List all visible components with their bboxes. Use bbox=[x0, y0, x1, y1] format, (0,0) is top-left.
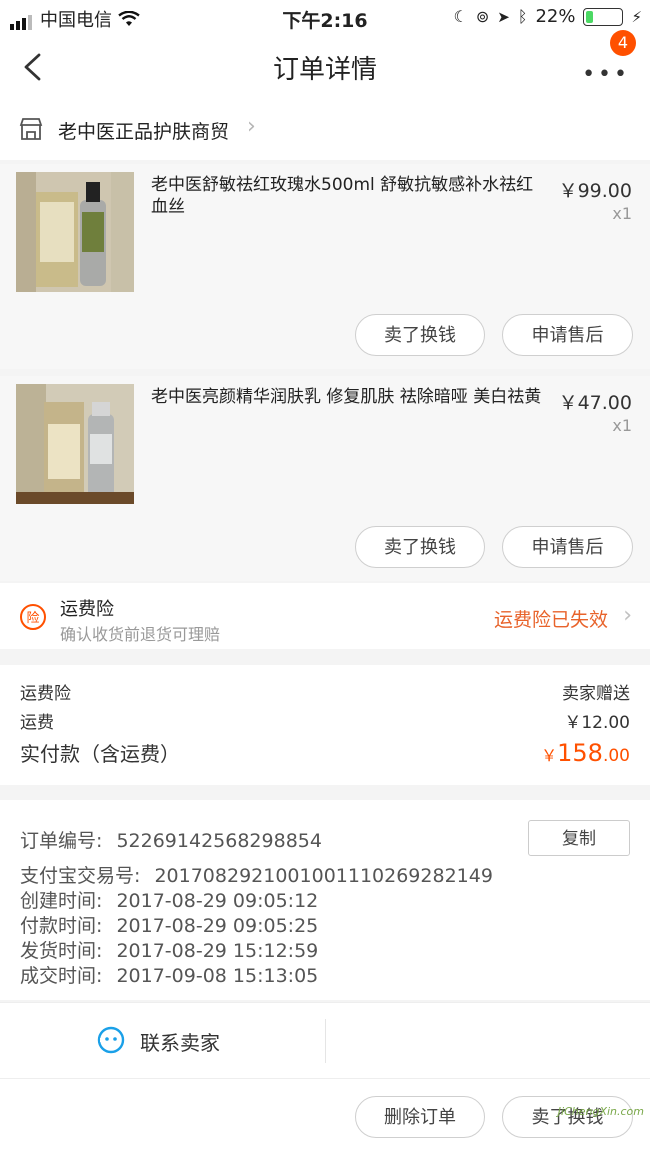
insurance-fee-label: 运费险 bbox=[20, 684, 71, 704]
copy-button[interactable]: 复制 bbox=[528, 820, 630, 856]
created-time: 2017-08-29 09:05:12 bbox=[116, 890, 319, 912]
fee-summary: 运费险 卖家赠送 运费 ￥12.00 实付款（含运费） ￥158.00 bbox=[0, 665, 650, 785]
battery-percent: 22% bbox=[535, 6, 576, 27]
bottom-action-bar: 删除订单 卖了换钱 bbox=[0, 1078, 650, 1156]
order-number: 52269142568298854 bbox=[116, 830, 322, 852]
chevron-right-icon: › bbox=[623, 603, 632, 628]
chat-bubble-icon[interactable] bbox=[96, 1025, 126, 1055]
product-title[interactable]: 老中医亮颜精华润肤乳 修复肌肤 祛除暗哑 美白祛黄 bbox=[151, 386, 546, 408]
store-icon bbox=[19, 118, 43, 140]
product-price: ￥99.00 bbox=[558, 180, 632, 202]
product-quantity: x1 bbox=[612, 204, 632, 223]
insurance-fee-row: 运费险 卖家赠送 bbox=[20, 679, 630, 704]
watermark: JiChengXin.com bbox=[557, 1105, 644, 1118]
product-image bbox=[16, 384, 134, 504]
battery-icon bbox=[583, 7, 624, 26]
shipping-fee-label: 运费 bbox=[20, 713, 54, 733]
charging-icon: ⚡ bbox=[631, 7, 642, 26]
total-integer: 158 bbox=[557, 739, 603, 767]
after-sale-button[interactable]: 申请售后 bbox=[502, 314, 633, 356]
shipping-fee-value: ￥12.00 bbox=[564, 713, 630, 733]
product-card[interactable]: 老中医舒敏祛红玫瑰水500ml 舒敏抗敏感补水祛红血丝 ￥99.00 x1 卖了… bbox=[0, 164, 650, 369]
shipped-label: 发货时间: bbox=[20, 940, 103, 962]
chevron-right-icon: › bbox=[247, 114, 256, 139]
product-card[interactable]: 老中医亮颜精华润肤乳 修复肌肤 祛除暗哑 美白祛黄 ￥47.00 x1 卖了换钱… bbox=[0, 376, 650, 581]
product-title[interactable]: 老中医舒敏祛红玫瑰水500ml 舒敏抗敏感补水祛红血丝 bbox=[151, 174, 546, 218]
sell-button[interactable]: 卖了换钱 bbox=[355, 526, 485, 568]
insurance-status[interactable]: 运费险已失效 bbox=[494, 605, 608, 632]
contact-bar: 联系卖家 bbox=[0, 1002, 650, 1078]
alipay-label: 支付宝交易号: bbox=[20, 865, 141, 887]
created-label: 创建时间: bbox=[20, 890, 103, 912]
alipay-row: 支付宝交易号: 2017082921001001110269282149 bbox=[20, 861, 493, 888]
created-row: 创建时间: 2017-08-29 09:05:12 bbox=[20, 886, 318, 913]
contact-seller-label[interactable]: 联系卖家 bbox=[140, 1027, 220, 1056]
closed-label: 成交时间: bbox=[20, 965, 103, 987]
rotation-lock-icon: ⊚ bbox=[475, 7, 490, 26]
shipped-time: 2017-08-29 15:12:59 bbox=[116, 940, 319, 962]
insurance-icon: 险 bbox=[20, 604, 46, 630]
closed-row: 成交时间: 2017-09-08 15:13:05 bbox=[20, 961, 318, 988]
more-icon[interactable]: ••• bbox=[582, 62, 630, 87]
status-bar: 中国电信 下午2:16 ☾ ⊚ ➤ ᛒ 22% ⚡ bbox=[0, 0, 650, 34]
closed-time: 2017-09-08 15:13:05 bbox=[116, 965, 319, 987]
shipping-fee-row: 运费 ￥12.00 bbox=[20, 708, 630, 733]
paid-row: 付款时间: 2017-08-29 09:05:25 bbox=[20, 911, 318, 938]
order-number-row: 订单编号: 52269142568298854 bbox=[20, 826, 322, 853]
moon-icon: ☾ bbox=[453, 7, 468, 26]
sell-button[interactable]: 卖了换钱 bbox=[355, 314, 485, 356]
insurance-fee-value: 卖家赠送 bbox=[562, 684, 630, 704]
shipped-row: 发货时间: 2017-08-29 15:12:59 bbox=[20, 936, 318, 963]
paid-label: 付款时间: bbox=[20, 915, 103, 937]
product-price: ￥47.00 bbox=[558, 392, 632, 414]
order-info: 订单编号: 52269142568298854 复制 支付宝交易号: 20170… bbox=[0, 800, 650, 1000]
order-number-label: 订单编号: bbox=[20, 830, 103, 852]
insurance-subtitle: 确认收货前退货可理赔 bbox=[60, 625, 221, 644]
page-title: 订单详情 bbox=[272, 55, 377, 85]
delete-order-button[interactable]: 删除订单 bbox=[355, 1096, 485, 1138]
total-currency: ￥ bbox=[541, 746, 558, 765]
total-row: 实付款（含运费） ￥158.00 bbox=[20, 738, 630, 767]
status-right: ☾ ⊚ ➤ ᛒ 22% ⚡ bbox=[454, 6, 643, 27]
nav-bar: 订单详情 ••• 4 bbox=[0, 30, 650, 100]
notification-badge: 4 bbox=[610, 30, 636, 56]
alipay-number: 2017082921001001110269282149 bbox=[154, 865, 493, 887]
shop-row[interactable]: 老中医正品护肤商贸 › bbox=[0, 100, 650, 160]
total-amount: ￥158.00 bbox=[541, 739, 630, 767]
total-decimal: .00 bbox=[602, 746, 630, 766]
paid-time: 2017-08-29 09:05:25 bbox=[116, 915, 319, 937]
location-icon: ➤ bbox=[497, 7, 510, 26]
product-image bbox=[16, 172, 134, 292]
bluetooth-icon: ᛒ bbox=[517, 7, 528, 26]
shop-name: 老中医正品护肤商贸 bbox=[58, 121, 230, 143]
after-sale-button[interactable]: 申请售后 bbox=[502, 526, 633, 568]
shipping-insurance-row[interactable]: 险 运费险 确认收货前退货可理赔 运费险已失效 › bbox=[0, 583, 650, 649]
insurance-title: 运费险 bbox=[60, 599, 114, 620]
divider bbox=[325, 1019, 326, 1063]
total-label: 实付款（含运费） bbox=[20, 742, 180, 766]
product-quantity: x1 bbox=[612, 416, 632, 435]
